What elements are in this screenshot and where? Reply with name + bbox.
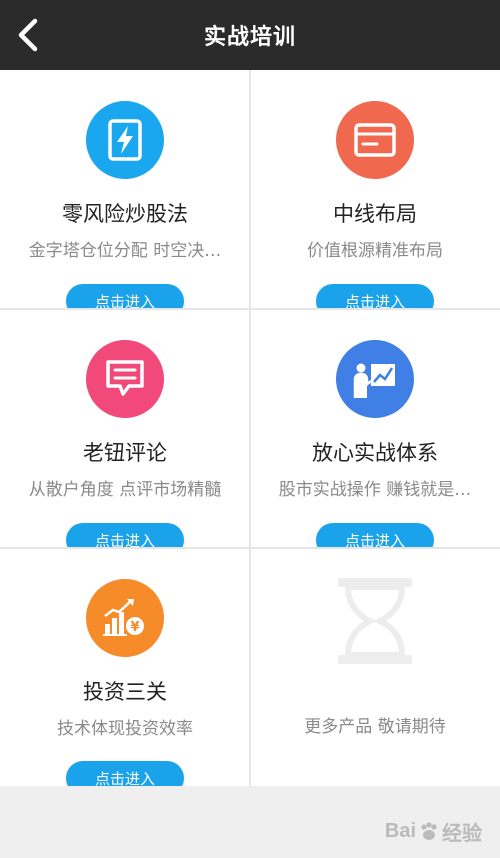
product-grid: 零风险炒股法 金字塔仓位分配 时空决… 点击进入 中线布局 价值根源精准布局 点… bbox=[0, 70, 500, 786]
comment-icon bbox=[86, 340, 164, 418]
product-title: 零风险炒股法 bbox=[62, 202, 188, 226]
watermark-brand-right: 经验 bbox=[442, 823, 482, 845]
product-title: 放心实战体系 bbox=[312, 441, 438, 465]
product-subtitle: 技术体现投资效率 bbox=[57, 719, 193, 739]
product-subtitle: 金字塔仓位分配 时空决… bbox=[28, 241, 222, 261]
credit-card-icon bbox=[336, 101, 414, 179]
svg-text:¥: ¥ bbox=[130, 620, 139, 635]
product-title: 投资三关 bbox=[83, 680, 167, 704]
enter-button[interactable]: 点击进入 bbox=[316, 284, 434, 309]
lightning-card-icon bbox=[86, 101, 164, 179]
page-title: 实战培训 bbox=[203, 25, 296, 50]
footer-area: Bai 经验 bbox=[0, 786, 500, 858]
presentation-icon bbox=[336, 340, 414, 418]
product-subtitle: 股市实战操作 赚钱就是… bbox=[278, 480, 472, 500]
enter-button[interactable]: 点击进入 bbox=[66, 761, 184, 786]
grid-divider-horizontal bbox=[0, 547, 500, 549]
watermark-brand-left: Bai bbox=[384, 820, 416, 842]
header-bar: 实战培训 bbox=[0, 0, 500, 70]
product-card-midline[interactable]: 中线布局 价值根源精准布局 点击进入 bbox=[250, 70, 500, 309]
coming-soon-text: 更多产品 敬请期待 bbox=[304, 717, 446, 737]
product-card-three-gates[interactable]: ¥ 投资三关 技术体现投资效率 点击进入 bbox=[0, 548, 250, 786]
grid-divider-horizontal bbox=[0, 308, 500, 310]
baidu-jingyan-watermark: Bai 经验 bbox=[385, 817, 482, 846]
product-card-system[interactable]: 放心实战体系 股市实战操作 赚钱就是… 点击进入 bbox=[250, 309, 500, 548]
back-button[interactable] bbox=[6, 12, 50, 58]
hourglass-icon bbox=[338, 578, 412, 664]
enter-button[interactable]: 点击进入 bbox=[316, 523, 434, 548]
enter-button[interactable]: 点击进入 bbox=[66, 284, 184, 309]
chevron-left-icon bbox=[18, 18, 38, 52]
growth-chart-icon: ¥ bbox=[86, 579, 164, 657]
grid-divider-vertical bbox=[249, 70, 251, 786]
product-card-zero-risk[interactable]: 零风险炒股法 金字塔仓位分配 时空决… 点击进入 bbox=[0, 70, 250, 309]
enter-button[interactable]: 点击进入 bbox=[66, 523, 184, 548]
product-card-comment[interactable]: 老钮评论 从散户角度 点评市场精髓 点击进入 bbox=[0, 309, 250, 548]
product-title: 中线布局 bbox=[333, 202, 417, 226]
paw-icon bbox=[421, 821, 437, 840]
product-subtitle: 从散户角度 点评市场精髓 bbox=[28, 480, 222, 500]
product-title: 老钮评论 bbox=[83, 441, 167, 465]
coming-soon-card: 更多产品 敬请期待 bbox=[250, 548, 500, 786]
product-subtitle: 价值根源精准布局 bbox=[307, 241, 443, 261]
